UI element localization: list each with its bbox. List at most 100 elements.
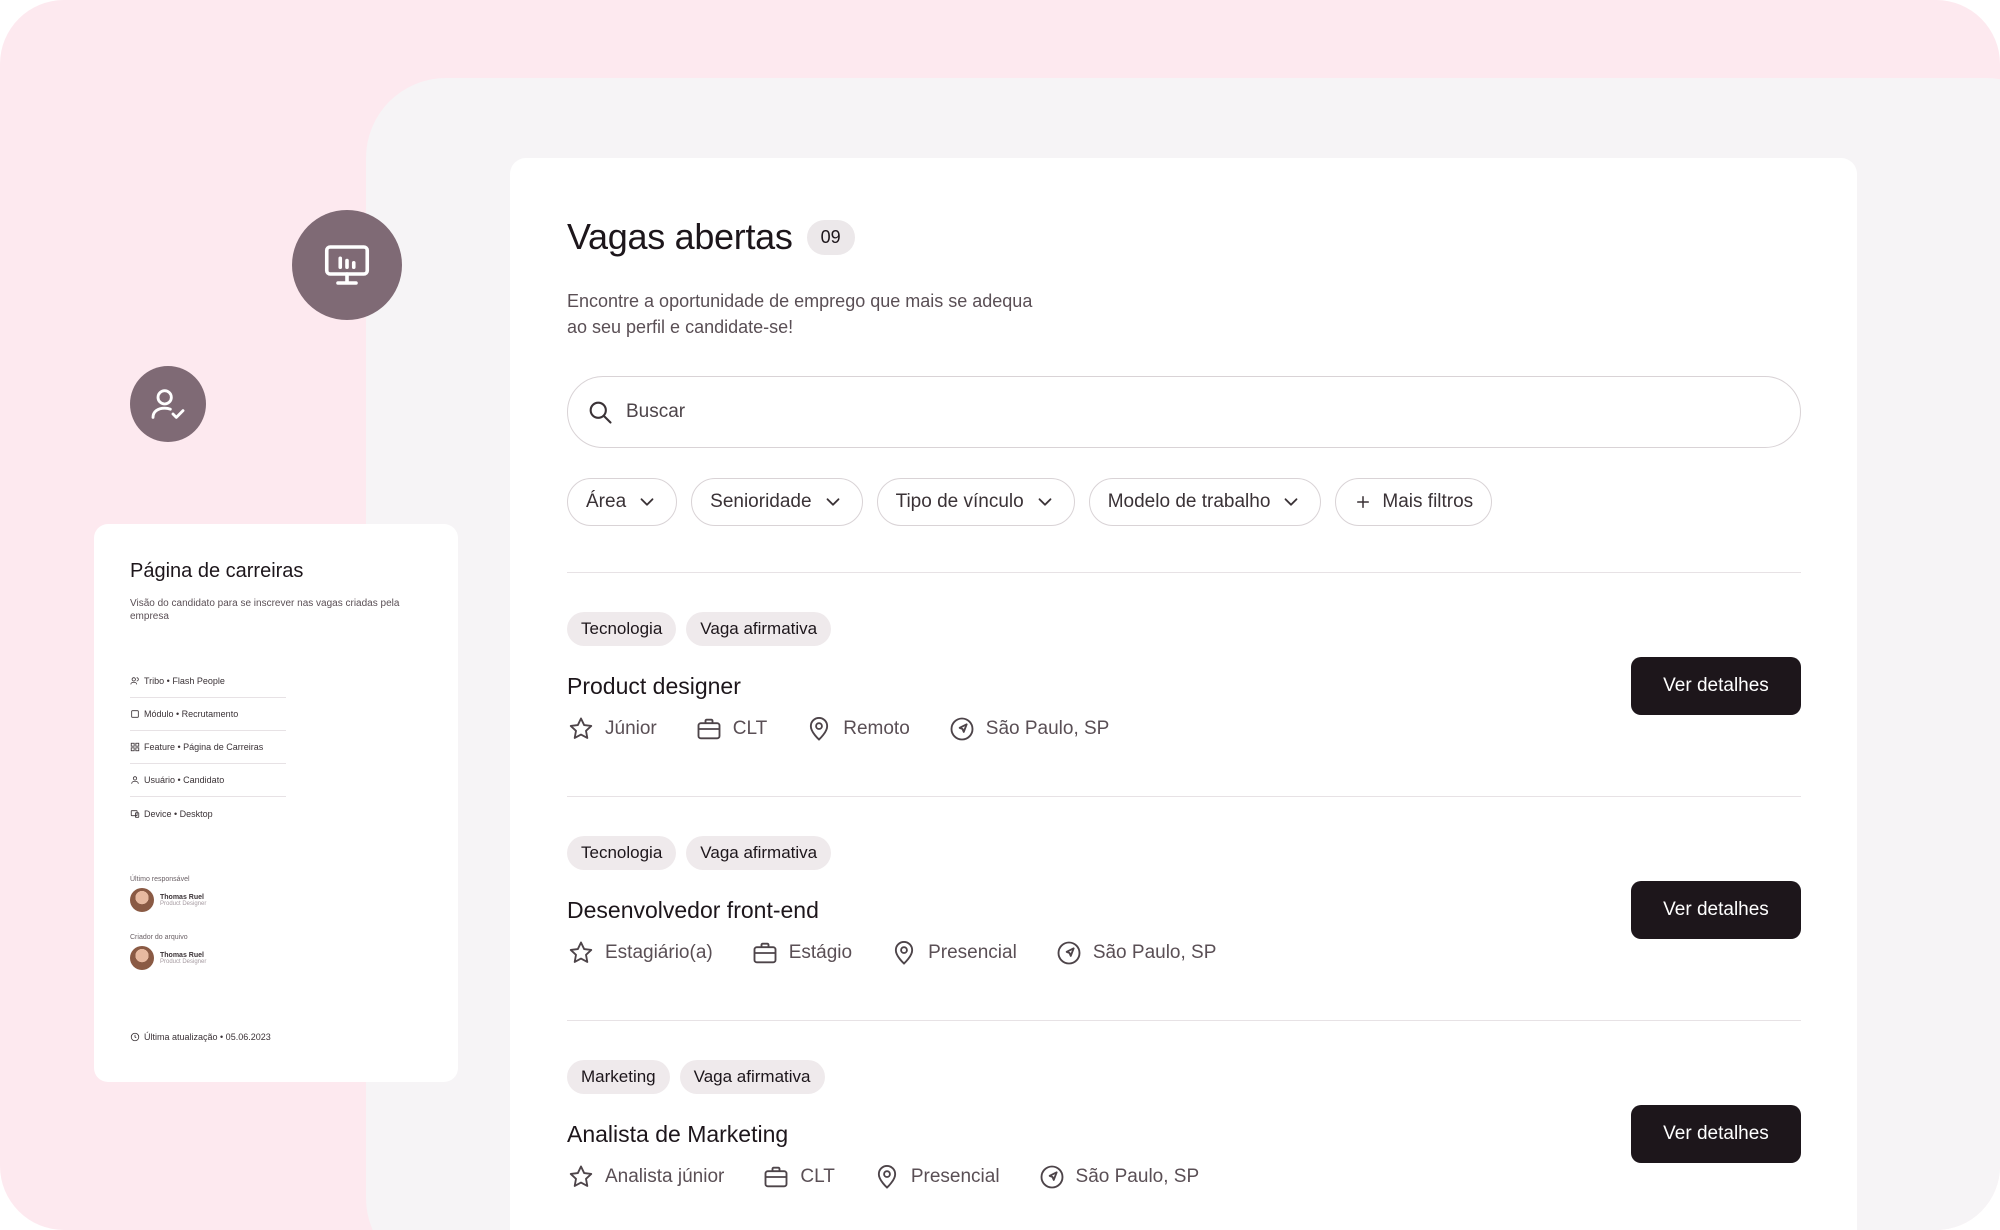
chevron-down-icon — [1284, 498, 1298, 506]
subtitle-line: Encontre a oportunidade de emprego que m… — [567, 291, 1033, 311]
plus-icon — [1357, 496, 1370, 508]
job-attributes: Júnior CLT Remoto São Paulo, SP — [567, 715, 1109, 743]
filter-label: Área — [586, 491, 627, 512]
canvas-frame: Página de carreiras Visão do candidato p… — [0, 0, 2000, 1230]
people-icon — [130, 677, 139, 685]
filter-label: Mais filtros — [1382, 491, 1474, 512]
file-people: Último responsável Thomas Ruel Product D… — [130, 876, 422, 970]
search-input[interactable] — [626, 401, 1726, 423]
navigation-icon — [1040, 1165, 1063, 1189]
filter-label: Senioridade — [710, 491, 812, 512]
filter-work-model[interactable]: Modelo de trabalho — [1088, 478, 1322, 526]
job-tag: Vaga afirmativa — [686, 612, 832, 646]
location-pin-icon — [810, 717, 829, 741]
job-tag: Marketing — [567, 1060, 670, 1094]
job-tags: Tecnologia Vaga afirmativa — [567, 836, 832, 870]
meta-item-module: Módulo • Recrutamento — [130, 698, 286, 731]
filter-bar: Área Senioridade Tipo de vínculo Modelo … — [567, 478, 1800, 526]
job-tag: Tecnologia — [567, 612, 677, 646]
attr-label: CLT — [732, 718, 768, 739]
filter-label: Tipo de vínculo — [895, 491, 1024, 512]
view-details-button[interactable]: Ver detalhes — [1631, 881, 1801, 939]
meta-item-user: Usuário • Candidato — [130, 764, 286, 797]
attr-label: Remoto — [843, 718, 910, 739]
star-icon — [569, 941, 593, 963]
desktop-chart-icon — [292, 210, 402, 320]
file-creator: Thomas Ruel Product Designer — [130, 946, 422, 970]
navigation-icon — [950, 717, 974, 741]
chevron-down-icon — [1038, 498, 1052, 506]
meta-label: Device • Desktop — [144, 808, 213, 819]
attr-label: Estágio — [788, 942, 853, 963]
job-contract: CLT — [695, 715, 767, 743]
search-bar[interactable] — [567, 376, 1801, 448]
job-title: Desenvolvedor front-end — [567, 897, 819, 923]
meta-label: Feature • Página de Carreiras — [144, 742, 264, 752]
meta-label: Módulo • Recrutamento — [144, 709, 239, 719]
location-pin-icon — [877, 1165, 896, 1189]
file-description: Visão do candidato para se inscrever nas… — [130, 598, 400, 622]
meta-item-tribe: Tribo • Flash People — [130, 665, 286, 698]
attr-label: Analista júnior — [605, 1166, 725, 1187]
attr-label: CLT — [800, 1166, 835, 1187]
device-icon — [130, 809, 140, 818]
location-pin-icon — [894, 941, 914, 965]
clock-icon — [130, 1032, 140, 1042]
job-list: Tecnologia Vaga afirmativa Product desig… — [567, 573, 1801, 1230]
job-contract: CLT — [762, 1163, 835, 1191]
job-tag: Vaga afirmativa — [679, 1060, 825, 1094]
view-details-button[interactable]: Ver detalhes — [1631, 657, 1801, 715]
meta-item-feature: Feature • Página de Carreiras — [130, 731, 286, 764]
page-subtitle: Encontre a oportunidade de emprego que m… — [567, 288, 1107, 340]
job-level: Analista júnior — [567, 1163, 724, 1191]
title-row: Vagas abertas 09 — [567, 216, 1800, 258]
last-updated-text: Última atualização • 05.06.2023 — [144, 1032, 271, 1042]
user-check-icon — [130, 366, 206, 442]
job-title: Product designer — [567, 673, 741, 699]
job-tag: Tecnologia — [567, 836, 677, 870]
briefcase-icon — [753, 942, 777, 964]
chevron-down-icon — [640, 498, 654, 506]
job-tags: Tecnologia Vaga afirmativa — [567, 612, 832, 646]
job-level: Estagiário(a) — [567, 939, 713, 967]
creator-label: Criador do arquivo — [130, 934, 188, 941]
square-icon — [131, 710, 139, 718]
navigation-icon — [1057, 941, 1081, 965]
job-work-model: Presencial — [890, 939, 1017, 967]
attr-label: São Paulo, SP — [985, 718, 1110, 739]
subtitle-line: ao seu perfil e candidate-se! — [567, 317, 794, 337]
job-work-model: Remoto — [805, 715, 910, 743]
grid-icon — [130, 742, 140, 752]
filter-contract-type[interactable]: Tipo de vínculo — [876, 478, 1075, 526]
view-details-button[interactable]: Ver detalhes — [1631, 1105, 1801, 1163]
attr-label: Presencial — [910, 1166, 1000, 1187]
avatar — [130, 888, 154, 912]
job-item: Marketing Vaga afirmativa Analista de Ma… — [567, 1021, 1801, 1230]
person-role: Product Designer — [160, 900, 207, 907]
filter-label: Modelo de trabalho — [1107, 491, 1271, 512]
job-location: São Paulo, SP — [948, 715, 1110, 743]
job-title: Analista de Marketing — [567, 1121, 789, 1147]
job-item: Tecnologia Vaga afirmativa Desenvolvedor… — [567, 797, 1801, 1021]
more-filters-button[interactable]: Mais filtros — [1335, 478, 1493, 526]
job-attributes: Analista júnior CLT Presencial São Paulo… — [567, 1163, 1199, 1191]
attr-label: São Paulo, SP — [1092, 942, 1217, 963]
filter-area[interactable]: Área — [567, 478, 678, 526]
last-owner: Thomas Ruel Product Designer — [130, 888, 422, 912]
file-meta-list: Tribo • Flash People Módulo • Recrutamen… — [130, 665, 286, 830]
star-icon — [569, 717, 593, 739]
meta-label: Tribo • Flash People — [144, 676, 225, 686]
briefcase-icon — [697, 718, 721, 740]
job-item: Tecnologia Vaga afirmativa Product desig… — [567, 573, 1801, 797]
last-updated: Última atualização • 05.06.2023 — [130, 1032, 271, 1042]
page-title: Vagas abertas — [567, 216, 793, 257]
job-tag: Vaga afirmativa — [686, 836, 832, 870]
chevron-down-icon — [826, 498, 839, 506]
job-work-model: Presencial — [873, 1163, 1000, 1191]
filter-seniority[interactable]: Senioridade — [691, 478, 863, 526]
file-title: Página de carreiras — [130, 560, 304, 582]
avatar — [130, 946, 154, 970]
job-attributes: Estagiário(a) Estágio Presencial São Pau… — [567, 939, 1216, 967]
job-contract: Estágio — [751, 939, 852, 967]
job-tags: Marketing Vaga afirmativa — [567, 1060, 825, 1094]
